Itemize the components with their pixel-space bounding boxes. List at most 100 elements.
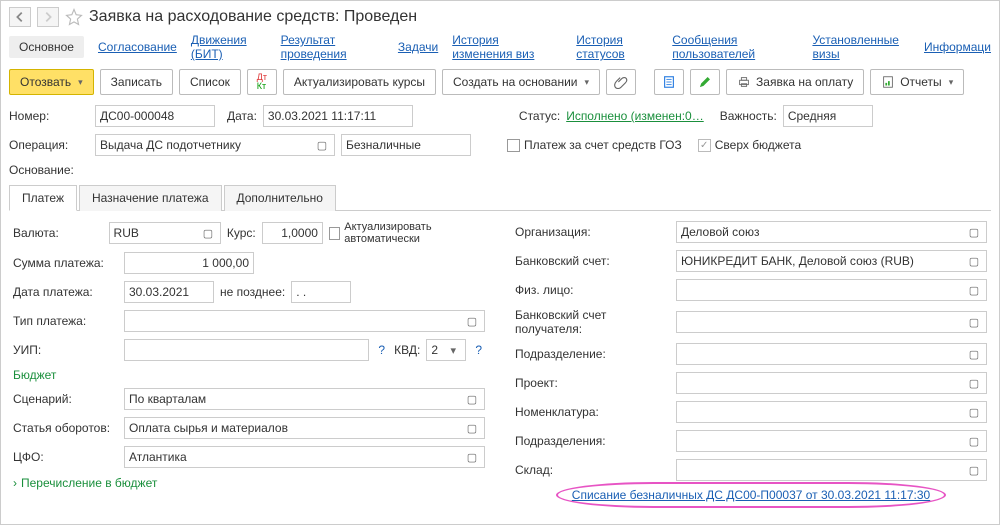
cfo-label: ЦФО:: [13, 450, 118, 464]
operation-input[interactable]: Выдача ДС подотчетнику ▢: [95, 134, 335, 156]
tab-movements[interactable]: Движения (БИТ): [191, 33, 267, 61]
person-label: Физ. лицо:: [515, 283, 670, 297]
person-input[interactable]: ▢: [676, 279, 987, 301]
division-label: Подразделение:: [515, 347, 670, 361]
document-icon: [662, 75, 676, 89]
checkbox-checked-icon: ✓: [698, 139, 711, 152]
tab-extra[interactable]: Дополнительно: [224, 185, 336, 211]
arrow-left-icon: [13, 10, 27, 24]
budget-transfer-expand[interactable]: › Перечисление в бюджет: [13, 476, 485, 490]
stock-label: Склад:: [515, 463, 670, 477]
dropdown-icon[interactable]: ▾: [445, 344, 461, 357]
help-icon[interactable]: ?: [375, 343, 388, 357]
attach-button[interactable]: [606, 69, 636, 95]
pay-type-label: Тип платежа:: [13, 314, 118, 328]
tab-tasks[interactable]: Задачи: [398, 40, 438, 54]
open-icon[interactable]: ▢: [966, 377, 982, 390]
rate-label: Курс:: [227, 226, 256, 240]
write-button[interactable]: Записать: [100, 69, 173, 95]
open-icon[interactable]: ▢: [966, 464, 982, 477]
uip-input[interactable]: [124, 339, 369, 361]
tab-payment[interactable]: Платеж: [9, 185, 77, 211]
list-button[interactable]: Список: [179, 69, 241, 95]
tab-info[interactable]: Информаци: [924, 40, 991, 54]
open-icon[interactable]: ▢: [966, 284, 982, 297]
recv-bank-input[interactable]: ▢: [676, 311, 987, 333]
org-label: Организация:: [515, 225, 670, 239]
checkbox-icon: [329, 227, 340, 240]
create-based-button[interactable]: Создать на основании ▾: [442, 69, 600, 95]
open-icon[interactable]: ▢: [464, 315, 480, 328]
currency-label: Валюта:: [13, 226, 103, 240]
goz-checkbox[interactable]: Платеж за счет средств ГОЗ: [507, 138, 682, 152]
nomen-input[interactable]: ▢: [676, 401, 987, 423]
basis-label: Основание:: [9, 163, 74, 177]
open-icon[interactable]: ▢: [966, 226, 982, 239]
rate-input[interactable]: 1,0000: [262, 222, 323, 244]
priority-input[interactable]: Средняя: [783, 105, 873, 127]
nav-forward-button[interactable]: [37, 7, 59, 27]
operation-type-input[interactable]: Безналичные: [341, 134, 471, 156]
dropdown-icon: ▾: [78, 77, 83, 88]
turnover-input[interactable]: Оплата сырья и материалов ▢: [124, 417, 485, 439]
doc-button[interactable]: [654, 69, 684, 95]
kvd-input[interactable]: 2 ▾: [426, 339, 466, 361]
tab-messages[interactable]: Сообщения пользователей: [672, 33, 798, 61]
scenario-label: Сценарий:: [13, 392, 118, 406]
chevron-right-icon: ›: [13, 476, 17, 490]
status-link[interactable]: Исполнено (изменен:0…: [566, 109, 704, 123]
open-icon[interactable]: ▢: [200, 227, 216, 240]
edit-button[interactable]: [690, 69, 720, 95]
nav-back-button[interactable]: [9, 7, 31, 27]
recall-button[interactable]: Отозвать ▾: [9, 69, 94, 95]
open-icon[interactable]: ▢: [966, 348, 982, 361]
cfo-input[interactable]: Атлантика ▢: [124, 446, 485, 468]
tab-approval[interactable]: Согласование: [98, 40, 177, 54]
scenario-input[interactable]: По кварталам ▢: [124, 388, 485, 410]
tab-main[interactable]: Основное: [9, 36, 84, 58]
checkbox-icon: [507, 139, 520, 152]
open-icon[interactable]: ▢: [464, 393, 480, 406]
arrow-right-icon: [41, 10, 55, 24]
project-input[interactable]: ▢: [676, 372, 987, 394]
favorite-star-icon[interactable]: [65, 8, 83, 26]
open-icon[interactable]: ▢: [464, 451, 480, 464]
tab-result[interactable]: Результат проведения: [281, 33, 384, 61]
pay-date-input[interactable]: 30.03.2021: [124, 281, 214, 303]
tab-status-history[interactable]: История статусов: [576, 33, 658, 61]
date-label: Дата:: [227, 109, 257, 123]
bank-input[interactable]: ЮНИКРЕДИТ БАНК, Деловой союз (RUB) ▢: [676, 250, 987, 272]
dtkt-button[interactable]: ДтКт: [247, 69, 277, 95]
tab-purpose[interactable]: Назначение платежа: [79, 185, 222, 211]
currency-input[interactable]: RUB ▢: [109, 222, 221, 244]
open-icon[interactable]: ▢: [966, 406, 982, 419]
over-budget-checkbox: ✓ Сверх бюджета: [698, 138, 801, 152]
division-input[interactable]: ▢: [676, 343, 987, 365]
pay-request-button[interactable]: Заявка на оплату: [726, 69, 864, 95]
date-input[interactable]: 30.03.2021 11:17:11: [263, 105, 413, 127]
writeoff-link[interactable]: Списание безналичных ДС ДС00-П00037 от 3…: [572, 488, 930, 502]
project-label: Проект:: [515, 376, 670, 390]
not-later-input[interactable]: . .: [291, 281, 351, 303]
stock-input[interactable]: ▢: [676, 459, 987, 481]
open-icon[interactable]: ▢: [966, 435, 982, 448]
dropdown-icon: ▾: [585, 77, 590, 88]
open-icon[interactable]: ▢: [966, 316, 982, 329]
org-input[interactable]: Деловой союз ▢: [676, 221, 987, 243]
divisions-input[interactable]: ▢: [676, 430, 987, 452]
auto-update-checkbox[interactable]: Актуализировать автоматически: [329, 221, 485, 245]
open-icon[interactable]: ▢: [314, 139, 330, 152]
open-icon[interactable]: ▢: [464, 422, 480, 435]
recv-bank-label: Банковский счет получателя:: [515, 308, 670, 336]
help-icon[interactable]: ?: [472, 343, 485, 357]
open-icon[interactable]: ▢: [966, 255, 982, 268]
number-input[interactable]: ДС00-000048: [95, 105, 215, 127]
reports-button[interactable]: Отчеты ▾: [870, 69, 964, 95]
sum-input[interactable]: 1 000,00: [124, 252, 254, 274]
update-rates-button[interactable]: Актуализировать курсы: [283, 69, 436, 95]
status-label: Статус:: [519, 109, 560, 123]
number-label: Номер:: [9, 109, 89, 123]
pay-type-input[interactable]: ▢: [124, 310, 485, 332]
tab-visas-set[interactable]: Установленные визы: [812, 33, 910, 61]
tab-visa-history[interactable]: История изменения виз: [452, 33, 562, 61]
